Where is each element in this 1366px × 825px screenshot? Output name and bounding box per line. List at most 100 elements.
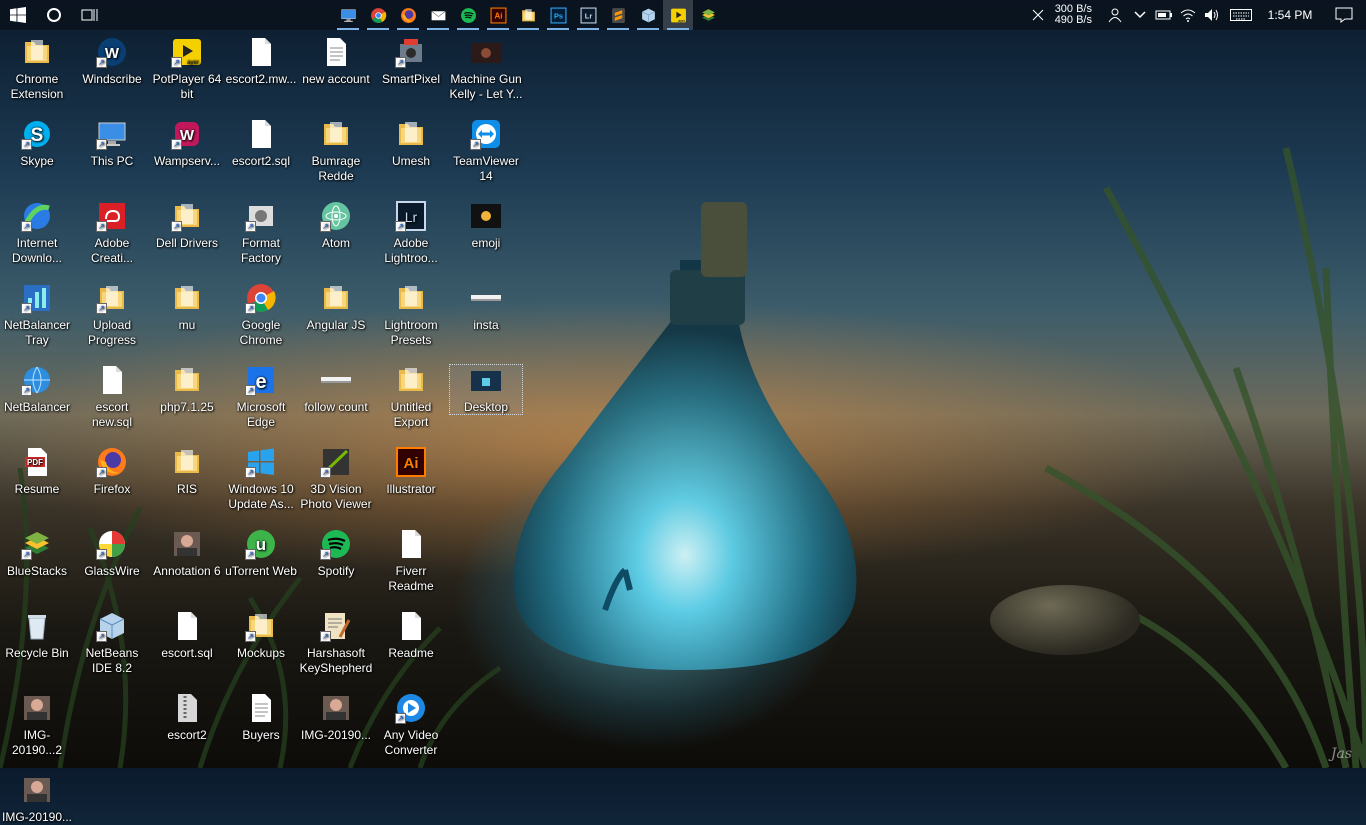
show-hidden-icons-chevron-icon[interactable]: [1128, 0, 1152, 30]
task-view-button[interactable]: [72, 0, 108, 30]
desktop-icon-teamviewer-14[interactable]: ↗ TeamViewer 14: [449, 118, 523, 184]
desktop-icon-google-chrome[interactable]: ↗ Google Chrome: [224, 282, 298, 348]
desktop-icon-smartpixel[interactable]: ↗ SmartPixel: [374, 36, 448, 87]
desktop-icon-mockups[interactable]: ↗ Mockups: [224, 610, 298, 661]
photo-icon: [21, 774, 53, 806]
globe-icon: ↗: [21, 364, 53, 396]
shortcut-arrow-icon: ↗: [395, 713, 406, 724]
chevron-collapse-icon[interactable]: [1026, 0, 1050, 30]
lightroom-icon: Lr: [580, 7, 597, 24]
taskbar-app-lightroom[interactable]: Lr: [573, 0, 603, 30]
desktop-icon-netbalancer-tray[interactable]: ↗ NetBalancer Tray: [0, 282, 74, 348]
desktop-icon-annotation-6[interactable]: Annotation 6: [150, 528, 224, 579]
taskbar-app-spotify[interactable]: [453, 0, 483, 30]
desktop-icon-harshasoft-keyshepherd[interactable]: ↗ Harshasoft KeyShepherd: [299, 610, 373, 676]
desktop-icon-illustrator[interactable]: Ai Illustrator: [374, 446, 448, 497]
battery-icon[interactable]: [1152, 0, 1176, 30]
desktop-icon-any-video-converter[interactable]: ↗ Any Video Converter: [374, 692, 448, 758]
desktop-icon-microsoft-edge[interactable]: e ↗ Microsoft Edge: [224, 364, 298, 430]
desktop-icon-this-pc[interactable]: ↗ This PC: [75, 118, 149, 169]
desktop-icon-img-20190-2[interactable]: IMG-20190...2: [0, 692, 74, 758]
svg-text:Ai: Ai: [404, 455, 419, 472]
desktop-icon-escort2-sql[interactable]: escort2.sql: [224, 118, 298, 169]
people-icon[interactable]: [1104, 0, 1128, 30]
keyboard-icon[interactable]: [1224, 0, 1258, 30]
taskbar-app-potplayer[interactable]: ayer: [663, 0, 693, 30]
desktop-icon-bluestacks[interactable]: ↗ BlueStacks: [0, 528, 74, 579]
desktop-icon-potplayer-64-bit[interactable]: ayer ↗ PotPlayer 64 bit: [150, 36, 224, 102]
desktop-icon-adobe-lightroo[interactable]: Lr ↗ Adobe Lightroo...: [374, 200, 448, 266]
taskbar-app-sublime[interactable]: [603, 0, 633, 30]
desktop-icon-windscribe[interactable]: W ↗ Windscribe: [75, 36, 149, 87]
desktop-icon-lightroom-presets[interactable]: Lightroom Presets: [374, 282, 448, 348]
start-button[interactable]: [0, 0, 36, 30]
desktop-icon-glasswire[interactable]: ↗ GlassWire: [75, 528, 149, 579]
action-center-icon[interactable]: [1322, 0, 1366, 30]
desktop-icon-img-20190[interactable]: IMG-20190...: [0, 774, 74, 825]
desktop-icon-readme[interactable]: Readme: [374, 610, 448, 661]
desktop-icon-3d-vision-photo-viewer[interactable]: ↗ 3D Vision Photo Viewer: [299, 446, 373, 512]
desktop-icon-insta[interactable]: insta: [449, 282, 523, 333]
desktop-icon-mu[interactable]: mu: [150, 282, 224, 333]
desktop-icon-escort-new-sql[interactable]: escort new.sql: [75, 364, 149, 430]
desktop-icon-desktop[interactable]: Desktop: [449, 364, 523, 415]
desktop-icon-buyers[interactable]: Buyers: [224, 692, 298, 743]
desktop-icon-atom[interactable]: ↗ Atom: [299, 200, 373, 251]
photo-icon: [21, 692, 53, 724]
desktop-icon-netbeans-ide-8-2[interactable]: ↗ NetBeans IDE 8.2: [75, 610, 149, 676]
running-indicator: [427, 28, 449, 30]
desktop-icon-emoji[interactable]: emoji: [449, 200, 523, 251]
taskbar-app-file-explorer[interactable]: [513, 0, 543, 30]
desktop-icon-new-account[interactable]: new account: [299, 36, 373, 87]
desktop-icon-internet-downlo[interactable]: ↗ Internet Downlo...: [0, 200, 74, 266]
desktop-icon-img-20190[interactable]: IMG-20190...: [299, 692, 373, 743]
desktop-icon-machine-gun-kelly-let-y[interactable]: Machine Gun Kelly - Let Y...: [449, 36, 523, 102]
windows-icon: ↗: [245, 446, 277, 478]
desktop-icon-umesh[interactable]: Umesh: [374, 118, 448, 169]
taskbar-app-chrome[interactable]: [363, 0, 393, 30]
desktop-icon-recycle-bin[interactable]: Recycle Bin: [0, 610, 74, 661]
taskbar-app-firefox[interactable]: [393, 0, 423, 30]
desktop-icon-chrome-extension[interactable]: Chrome Extension: [0, 36, 74, 102]
desktop-icon-angular-js[interactable]: Angular JS: [299, 282, 373, 333]
desktop-icon-adobe-creati[interactable]: ↗ Adobe Creati...: [75, 200, 149, 266]
desktop-icon-resume[interactable]: PDF Resume: [0, 446, 74, 497]
desktop-icon-spotify[interactable]: ↗ Spotify: [299, 528, 373, 579]
desktop-icon-untitled-export[interactable]: Untitled Export: [374, 364, 448, 430]
taskbar-app-photoshop[interactable]: Ps: [543, 0, 573, 30]
shortcut-arrow-icon: ↗: [96, 631, 107, 642]
desktop-icon-windows-10-update-as[interactable]: ↗ Windows 10 Update As...: [224, 446, 298, 512]
desktop-icon-escort2-mw[interactable]: escort2.mw...: [224, 36, 298, 87]
desktop-icon-escort-sql[interactable]: escort.sql: [150, 610, 224, 661]
shortcut-arrow-icon: ↗: [320, 221, 331, 232]
desktop-icon-escort2[interactable]: escort2: [150, 692, 224, 743]
strip-icon: [470, 282, 502, 314]
taskbar-app-netbeans[interactable]: [633, 0, 663, 30]
wallpaper-grass-right: [1044, 147, 1366, 768]
desktop-icon-skype[interactable]: S ↗ Skype: [0, 118, 74, 169]
desktop-icon-fiverr-readme[interactable]: Fiverr Readme: [374, 528, 448, 594]
shortcut-arrow-icon: ↗: [96, 139, 107, 150]
desktop-icon-upload-progress[interactable]: ↗ Upload Progress: [75, 282, 149, 348]
desktop-icon-label: Microsoft Edge: [236, 400, 286, 429]
desktop-icon-firefox[interactable]: ↗ Firefox: [75, 446, 149, 497]
desktop-icon-format-factory[interactable]: ↗ Format Factory: [224, 200, 298, 266]
desktop-icon-netbalancer[interactable]: ↗ NetBalancer: [0, 364, 74, 415]
shortcut-arrow-icon: ↗: [470, 139, 481, 150]
wifi-icon[interactable]: [1176, 0, 1200, 30]
desktop-icon-utorrent-web[interactable]: u ↗ uTorrent Web: [224, 528, 298, 579]
taskbar-app-this-pc[interactable]: [333, 0, 363, 30]
desktop-icon-wampserv[interactable]: W ↗ Wampserv...: [150, 118, 224, 169]
desktop-icon-dell-drivers[interactable]: ↗ Dell Drivers: [150, 200, 224, 251]
clock[interactable]: 1:54 PM: [1258, 8, 1322, 22]
desktop-icon-follow-count[interactable]: follow count: [299, 364, 373, 415]
desktop-icon-bumrage-redde[interactable]: Bumrage Redde: [299, 118, 373, 184]
taskbar-app-mail[interactable]: [423, 0, 453, 30]
volume-icon[interactable]: [1200, 0, 1224, 30]
desktop-icon-php7-1-25[interactable]: php7.1.25: [150, 364, 224, 415]
desktop-icon-label: Upload Progress: [87, 318, 137, 347]
taskbar-app-illustrator[interactable]: Ai: [483, 0, 513, 30]
cortana-button[interactable]: [36, 0, 72, 30]
desktop-icon-ris[interactable]: RIS: [150, 446, 224, 497]
taskbar-app-bluestacks[interactable]: [693, 0, 723, 30]
